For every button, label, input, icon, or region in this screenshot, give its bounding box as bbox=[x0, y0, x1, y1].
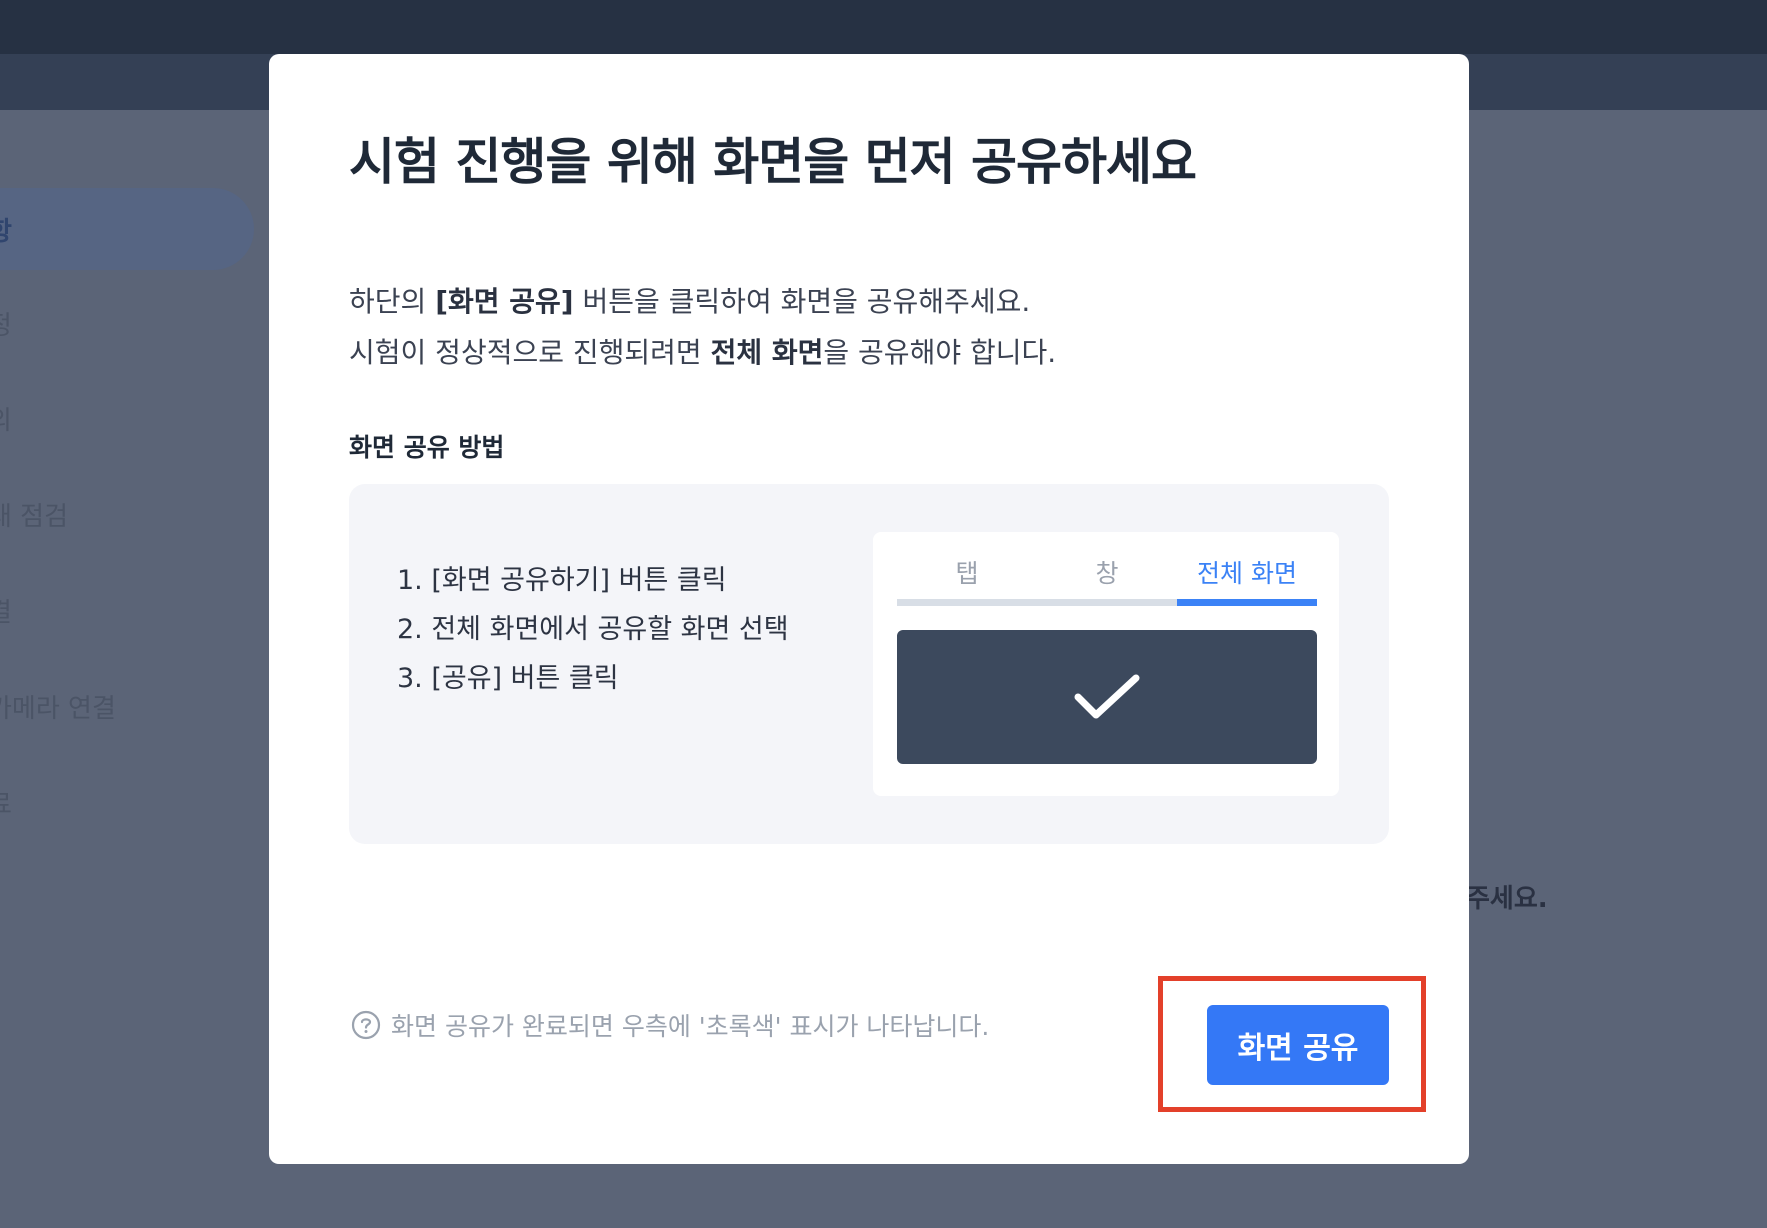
sidebar-item-6[interactable]: 카메라 연결 bbox=[0, 665, 254, 747]
sidebar-item-label: 결 bbox=[0, 592, 12, 629]
howto-steps: 1. [화면 공유하기] 버튼 클릭 2. 전체 화면에서 공유할 화면 선택 … bbox=[397, 556, 789, 703]
howto-heading: 화면 공유 방법 bbox=[349, 433, 505, 462]
sidebar-item-label: 정 bbox=[0, 305, 12, 342]
illustration-tab-full-screen: 전체 화면 bbox=[1177, 554, 1317, 606]
sidebar-item-7[interactable]: 료 bbox=[0, 761, 254, 843]
question-circle-icon bbox=[351, 1010, 381, 1040]
screen-share-modal: 시험 진행을 위해 화면을 먼저 공유하세요 하단의 [화면 공유] 버튼을 클… bbox=[269, 54, 1469, 1164]
share-screen-button[interactable]: 화면 공유 bbox=[1207, 1005, 1389, 1085]
howto-box: 1. [화면 공유하기] 버튼 클릭 2. 전체 화면에서 공유할 화면 선택 … bbox=[349, 484, 1389, 844]
description-line-1: 하단의 [화면 공유] 버튼을 클릭하여 화면을 공유해주세요. bbox=[349, 285, 1031, 318]
sidebar-item-4[interactable]: 태 점검 bbox=[0, 473, 254, 555]
sidebar-item-label: 항 bbox=[0, 211, 12, 248]
sidebar-item-1[interactable]: 항 bbox=[0, 188, 254, 270]
sidebar-item-label: 료 bbox=[0, 784, 12, 821]
illustration-tab-window: 창 bbox=[1037, 554, 1177, 606]
sidebar-item-2[interactable]: 정 bbox=[0, 282, 254, 364]
modal-title: 시험 진행을 위해 화면을 먼저 공유하세요 bbox=[349, 133, 1197, 191]
howto-step: 1. [화면 공유하기] 버튼 클릭 bbox=[397, 565, 727, 596]
background-content-text: 주세요. bbox=[1466, 884, 1548, 914]
howto-step: 3. [공유] 버튼 클릭 bbox=[397, 663, 619, 694]
modal-description: 하단의 [화면 공유] 버튼을 클릭하여 화면을 공유해주세요. 시험이 정상적… bbox=[349, 276, 1056, 378]
illustration-screen-preview bbox=[897, 630, 1317, 764]
sidebar-item-5[interactable]: 결 bbox=[0, 569, 254, 651]
sidebar-item-label: 의 bbox=[0, 400, 12, 437]
share-button-reference: [화면 공유] bbox=[435, 285, 574, 318]
checkmark-icon bbox=[1074, 674, 1140, 719]
illustration-tabs: 탭 창 전체 화면 bbox=[897, 554, 1317, 606]
illustration-tab-tab: 탭 bbox=[897, 554, 1037, 606]
sidebar-item-label: 태 점검 bbox=[0, 501, 69, 532]
share-picker-illustration: 탭 창 전체 화면 bbox=[873, 532, 1339, 796]
sidebar-item-3[interactable]: 의 bbox=[0, 377, 254, 459]
sidebar-item-label: 카메라 연결 bbox=[0, 693, 116, 724]
app-top-bar bbox=[0, 0, 1767, 54]
sidebar: 항 정 의 태 점검 결 카메라 연결 료 bbox=[0, 110, 268, 1228]
hint-text-row: 화면 공유가 완료되면 우측에 '초록색' 표시가 나타납니다. bbox=[351, 1007, 989, 1043]
howto-step: 2. 전체 화면에서 공유할 화면 선택 bbox=[397, 614, 789, 645]
description-line-2: 시험이 정상적으로 진행되려면 전체 화면을 공유해야 합니다. bbox=[349, 336, 1057, 369]
full-screen-emphasis: 전체 화면 bbox=[710, 336, 824, 369]
hint-text: 화면 공유가 완료되면 우측에 '초록색' 표시가 나타납니다. bbox=[391, 1012, 990, 1041]
